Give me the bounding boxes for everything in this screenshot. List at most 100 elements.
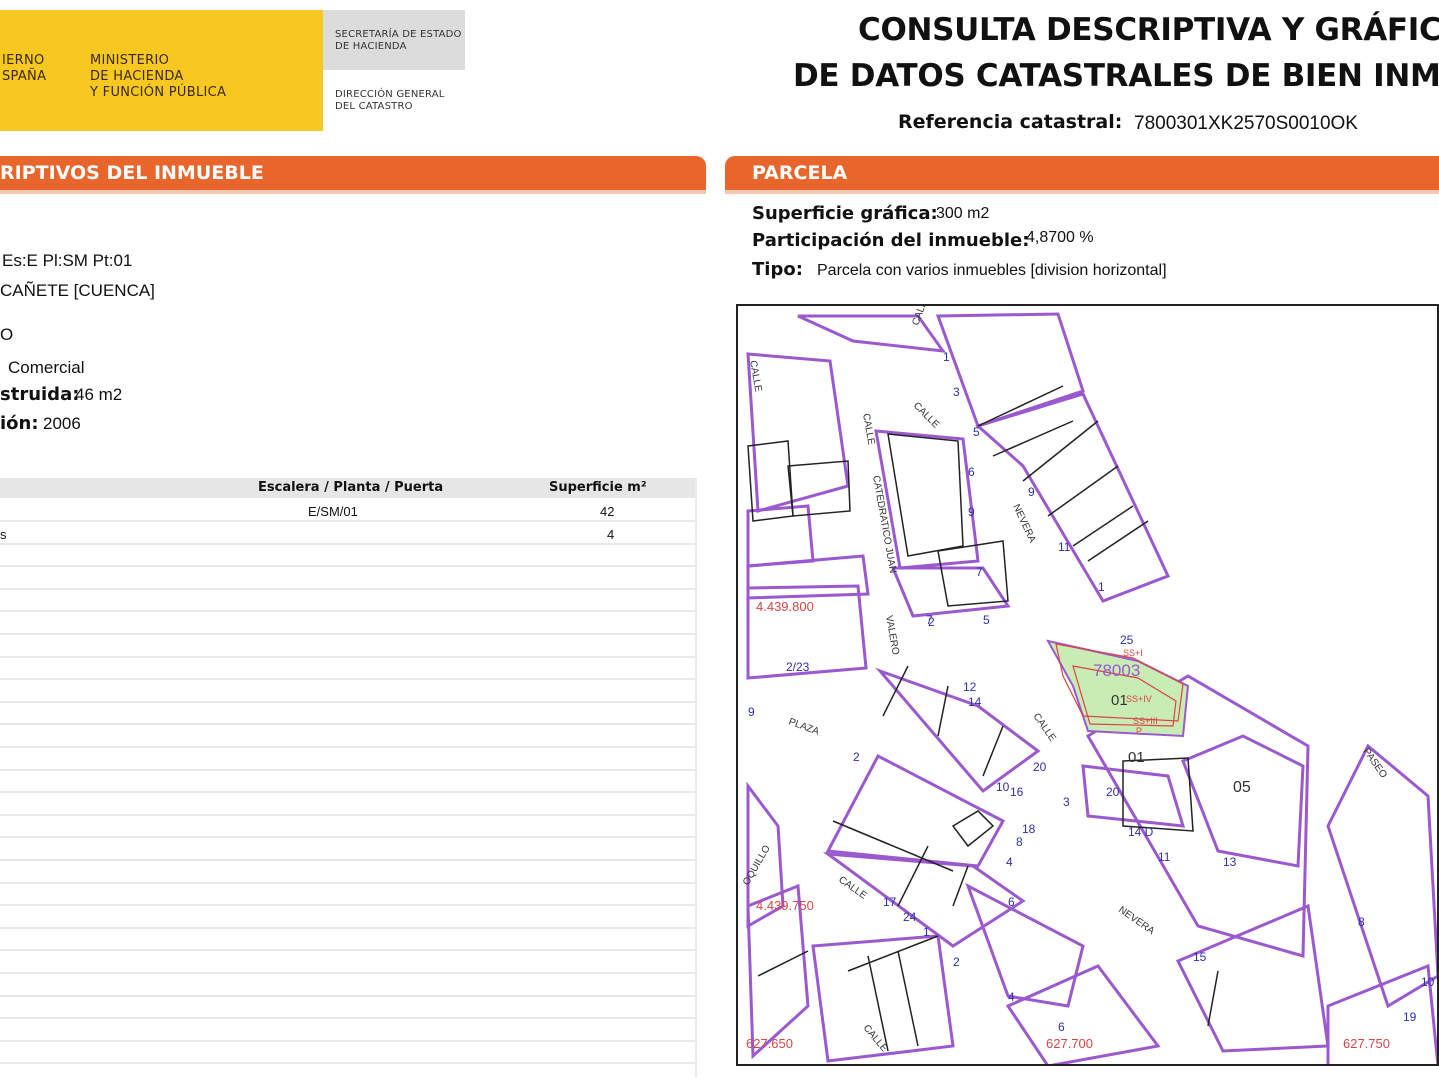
map-number: 1 — [943, 350, 950, 364]
map-number: 9 — [968, 505, 975, 519]
table-row — [0, 542, 697, 545]
table-row — [0, 610, 697, 613]
map-number: 9 — [1028, 485, 1035, 499]
coord-label: 627.750 — [1343, 1036, 1390, 1051]
street-label: CALLE — [910, 306, 931, 327]
secretaria-text: SECRETARÍA DE ESTADO DE HACIENDA — [335, 29, 462, 53]
map-number: 8 — [1016, 835, 1023, 849]
street-label: PLAZA — [787, 716, 821, 737]
address-line2: CAÑETE [CUENCA] — [0, 281, 155, 300]
table-row — [0, 904, 697, 907]
coord-label: 4.439.800 — [756, 599, 814, 614]
map-number: 12 — [963, 680, 977, 694]
map-number: 20 — [1106, 785, 1120, 799]
map-number: 5 — [983, 613, 990, 627]
table-row — [0, 1062, 697, 1065]
direccion-text: DIRECCIÓN GENERAL DEL CATASTRO — [335, 89, 445, 113]
map-number: 19 — [1403, 1010, 1417, 1024]
street-label: CALLE — [836, 874, 869, 901]
street-label: NEVERA — [1010, 503, 1037, 545]
map-number: 10 — [996, 780, 1010, 794]
secretaria-line2: DE HACIENDA — [335, 41, 407, 52]
superficie-label: struida: — [0, 384, 80, 405]
row1-superficie: 42 — [600, 504, 615, 519]
street-label: VALERO — [883, 615, 901, 656]
superficie-grafica-value: 300 m2 — [936, 205, 990, 222]
table-row — [0, 926, 697, 929]
anio-label: ión: — [0, 413, 39, 434]
street-label: NEVERA — [1116, 904, 1156, 937]
map-number: 14 D — [1128, 825, 1154, 839]
table-right-border — [695, 478, 697, 1078]
refcat-label: Referencia catastral: — [898, 111, 1123, 133]
map-number: 13 — [1223, 855, 1237, 869]
col-escalera-header: Escalera / Planta / Puerta — [258, 480, 444, 495]
parcela-section-title: PARCELA — [752, 162, 848, 184]
map-number: 16 — [1010, 785, 1024, 799]
map-number: 6 — [968, 465, 975, 479]
table-row — [0, 746, 697, 748]
table-row — [0, 1039, 697, 1042]
parcela-bar-shadow — [725, 190, 1439, 194]
map-number: 4 — [1006, 855, 1013, 869]
cadastral-map[interactable]: 4.439.800 4.439.750 627.650 627.700 627.750 C… — [736, 304, 1439, 1066]
map-number: 4 — [1008, 990, 1015, 1004]
street-label: CALLE — [1031, 711, 1058, 744]
table-row — [0, 633, 697, 635]
superficie-grafica-label: Superficie gráfica: — [752, 203, 938, 224]
gov-line1: IERNO — [2, 53, 45, 68]
coord-label: 4.439.750 — [756, 898, 814, 913]
parcel-label: 78003 — [1093, 661, 1140, 680]
map-number: 6 — [1008, 895, 1015, 909]
table-row — [0, 836, 697, 839]
map-number: 15 — [1193, 950, 1207, 964]
tipo-label: Tipo: — [752, 259, 803, 280]
page-title-line2: DE DATOS CATASTRALES DE BIEN INMUEB — [793, 58, 1439, 94]
map-number: 11 — [1058, 540, 1071, 554]
map-number: 2 — [953, 955, 960, 969]
table-row — [0, 881, 697, 884]
map-number: 18 — [1022, 822, 1036, 836]
row2-superficie: 4 — [607, 527, 615, 542]
map-number: 14 — [968, 695, 982, 709]
tipo-value: Parcela con varios inmuebles [division h… — [817, 262, 1167, 279]
gov-logo-text: IERNO SPAÑA — [2, 53, 46, 85]
clase-fragment: O — [0, 325, 14, 344]
map-number: 11 — [1158, 850, 1171, 864]
uso-value: Comercial — [8, 358, 85, 377]
table-row — [0, 520, 697, 522]
direccion-line1: DIRECCIÓN GENERAL — [335, 89, 445, 100]
table-row — [0, 1017, 697, 1020]
ministry-line2: DE HACIENDA — [90, 69, 184, 84]
descriptive-section-title: RIPTIVOS DEL INMUEBLE — [0, 162, 264, 184]
refcat-value: 7800301XK2570S0010OK — [1134, 113, 1358, 134]
participacion-label: Participación del inmueble: — [752, 230, 1030, 251]
table-row — [0, 791, 697, 794]
row2-uso: s — [0, 527, 7, 542]
table-row — [0, 565, 697, 568]
floor-label: SS+I — [1123, 648, 1143, 658]
coord-label: 627.700 — [1046, 1036, 1093, 1051]
superficie-value: 46 m2 — [75, 385, 123, 404]
map-number: 3 — [953, 385, 960, 399]
map-svg: 4.439.800 4.439.750 627.650 627.700 627.750 C… — [741, 306, 1437, 1064]
table-row — [0, 768, 697, 771]
table-row — [0, 972, 697, 974]
map-number: 7 — [976, 565, 983, 579]
table-row — [0, 994, 697, 997]
street-label: CALLE — [911, 400, 941, 430]
ministry-line3: Y FUNCIÓN PÚBLICA — [90, 85, 227, 100]
table-row — [0, 813, 697, 816]
table-row — [0, 700, 697, 703]
map-number: 7 — [926, 613, 933, 627]
table-row — [0, 587, 697, 590]
parcel-label: 01 — [1128, 749, 1145, 766]
map-number: 1 — [1098, 580, 1105, 594]
street-label: OQUILLO — [741, 843, 773, 887]
parcel-label: 05 — [1233, 779, 1251, 796]
ministry-text: MINISTERIO DE HACIENDA Y FUNCIÓN PÚBLICA — [90, 53, 226, 101]
address-line1: Es:E Pl:SM Pt:01 — [2, 251, 133, 270]
map-number: 20 — [1033, 760, 1047, 774]
map-number: 6 — [1058, 1020, 1065, 1034]
floor-label: P — [1136, 726, 1142, 736]
